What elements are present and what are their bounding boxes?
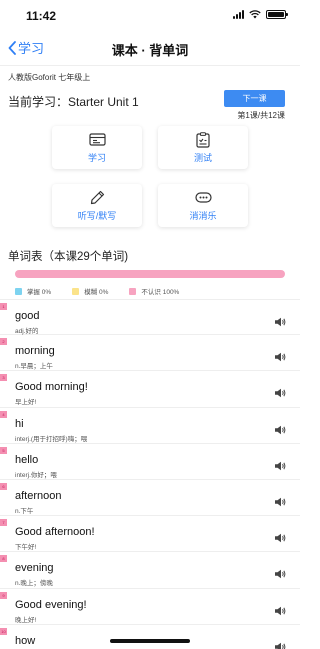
speaker-icon[interactable] bbox=[274, 639, 286, 649]
speaker-icon[interactable] bbox=[274, 603, 286, 615]
test-icon bbox=[196, 131, 210, 148]
row-number-marker: 9 bbox=[0, 591, 7, 599]
legend-unknown: 不认识 100% bbox=[129, 286, 179, 296]
word-row[interactable]: 7 Good afternoon! 下午好! bbox=[0, 516, 300, 553]
lesson-count: 第1课/共12课 bbox=[237, 111, 285, 120]
word-text: hello bbox=[15, 453, 39, 466]
speaker-icon[interactable] bbox=[274, 422, 286, 434]
word-text: Good morning! bbox=[15, 381, 88, 394]
row-number-marker: 10 bbox=[0, 627, 7, 635]
status-bar: 11:42 bbox=[0, 0, 300, 30]
row-number-marker: 6 bbox=[0, 482, 7, 490]
legend-mastered: 掌握 0% bbox=[15, 286, 51, 296]
book-name: 人教版Goforit 七年级上 bbox=[8, 73, 91, 82]
speaker-icon[interactable] bbox=[274, 566, 286, 579]
speaker-icon[interactable] bbox=[274, 530, 286, 543]
speaker-icon[interactable] bbox=[274, 314, 286, 327]
study-card[interactable]: 学习 bbox=[52, 126, 142, 169]
word-definition: adj.好的 bbox=[15, 328, 39, 335]
wifi-icon bbox=[249, 10, 261, 19]
status-time: 11:42 bbox=[26, 9, 57, 23]
word-text: afternoon bbox=[15, 489, 62, 502]
page-title: 课本 · 背单词 bbox=[111, 43, 189, 58]
row-number-marker: 8 bbox=[0, 555, 7, 563]
dictation-label: 听写/默写 bbox=[77, 211, 117, 221]
word-definition: interj.(用于打招呼)嗨；喂 bbox=[15, 435, 88, 443]
row-number-marker: 7 bbox=[0, 519, 7, 527]
dictation-card[interactable]: 听写/默写 bbox=[52, 184, 142, 227]
word-row[interactable]: 4 hi interj.(用于打招呼)嗨；喂 bbox=[0, 408, 300, 444]
legend-label-unknown: 不认识 100% bbox=[141, 289, 180, 296]
word-row[interactable]: 8 evening n.晚上；傍晚 bbox=[0, 552, 300, 589]
row-number-marker: 4 bbox=[0, 410, 7, 418]
word-text: Good evening! bbox=[15, 598, 87, 611]
wordlist-title: 单词表（本课29个单词) bbox=[8, 251, 129, 263]
legend-swatch-mastered bbox=[15, 287, 22, 295]
speaker-icon[interactable] bbox=[274, 349, 286, 362]
word-text: Good afternoon! bbox=[15, 526, 95, 539]
word-definition: 下午好! bbox=[15, 544, 37, 552]
word-row[interactable]: 9 Good evening! 晚上好! bbox=[0, 589, 300, 625]
legend-label-fuzzy: 模糊 0% bbox=[84, 289, 109, 296]
word-text: hi bbox=[15, 417, 24, 430]
progress-unknown bbox=[15, 270, 285, 278]
speaker-icon[interactable] bbox=[274, 385, 286, 398]
row-number-marker: 3 bbox=[0, 374, 7, 382]
word-definition: interj.你好；喂 bbox=[15, 471, 57, 479]
game-icon bbox=[194, 192, 212, 203]
word-definition: n.晚上；傍晚 bbox=[15, 580, 53, 588]
word-text: morning bbox=[15, 345, 55, 358]
elimination-game-label: 消消乐 bbox=[189, 211, 217, 221]
word-text: how bbox=[15, 634, 36, 647]
study-label: 学习 bbox=[87, 153, 106, 163]
legend-fuzzy: 模糊 0% bbox=[72, 286, 108, 296]
home-indicator[interactable] bbox=[110, 639, 190, 643]
row-number-marker: 1 bbox=[0, 303, 7, 310]
mastery-progress-bar bbox=[15, 270, 285, 278]
current-lesson-label: 当前学习：Starter Unit 1 bbox=[8, 95, 139, 109]
word-row[interactable]: 2 morning n.早晨；上午 bbox=[0, 335, 300, 372]
word-definition: n.早晨；上午 bbox=[15, 363, 53, 371]
row-number-marker: 5 bbox=[0, 446, 7, 454]
word-text: good bbox=[15, 310, 40, 322]
word-definition: n.下午 bbox=[15, 507, 34, 515]
word-row[interactable]: 6 afternoon n.下午 bbox=[0, 480, 300, 517]
test-card[interactable]: 测试 bbox=[158, 126, 248, 169]
word-row[interactable]: 3 Good morning! 早上好! bbox=[0, 371, 300, 408]
word-row[interactable]: 10 how bbox=[0, 625, 300, 649]
progress-legend: 掌握 0% 模糊 0% 不认识 100% bbox=[15, 286, 179, 296]
word-row[interactable]: 1 good adj.好的 bbox=[0, 299, 300, 336]
word-list: 1 good adj.好的 2 morning n.早晨；上午 3 Good morning!… bbox=[0, 299, 300, 649]
speaker-icon[interactable] bbox=[274, 458, 286, 470]
word-definition: 早上好! bbox=[15, 399, 37, 407]
legend-swatch-unknown bbox=[129, 287, 137, 295]
test-label: 测试 bbox=[193, 153, 212, 163]
cellular-signal-icon bbox=[233, 10, 244, 19]
next-lesson-button[interactable]: 下一课 bbox=[224, 90, 285, 107]
legend-swatch-fuzzy bbox=[72, 287, 80, 295]
battery-icon bbox=[266, 10, 288, 19]
row-number-marker: 2 bbox=[0, 338, 7, 346]
legend-label-mastered: 掌握 0% bbox=[27, 289, 52, 296]
word-row[interactable]: 5 hello interj.你好；喂 bbox=[0, 444, 300, 480]
word-text: evening bbox=[15, 562, 54, 575]
study-icon bbox=[88, 133, 106, 146]
pen-icon bbox=[90, 190, 104, 205]
status-icons bbox=[233, 10, 288, 19]
elimination-game-card[interactable]: 消消乐 bbox=[158, 184, 248, 227]
nav-bar: 学习 课本 · 背单词 bbox=[0, 30, 300, 66]
speaker-icon[interactable] bbox=[274, 494, 286, 507]
word-definition: 晚上好! bbox=[15, 616, 37, 624]
